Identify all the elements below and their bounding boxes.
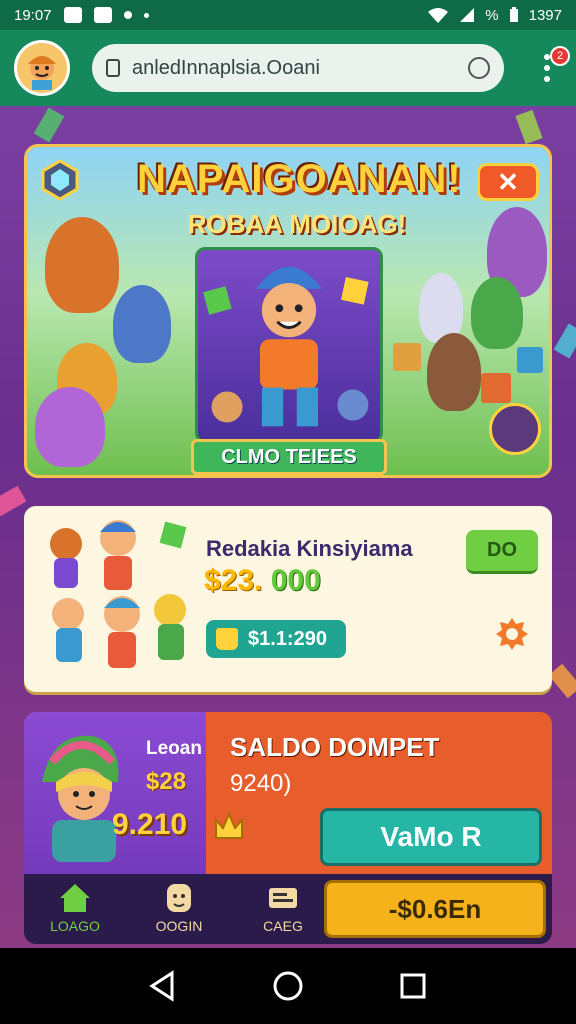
tab-profile[interactable]: OOGIN xyxy=(134,882,224,938)
banner-title: NAPAIGOANAN! xyxy=(137,157,462,201)
offer-title: Redakia Kinsiyiama xyxy=(206,536,413,561)
browser-toolbar: anledInnaplsia.Ooani 2 xyxy=(0,30,576,106)
edit-icon xyxy=(93,7,112,23)
tab-home-label: LOAGO xyxy=(50,918,100,934)
wallet-subtitle: 9240) xyxy=(230,770,292,797)
shopping-bag-icon xyxy=(216,628,238,650)
signal-icon xyxy=(460,8,475,22)
face-icon xyxy=(167,884,191,912)
address-bar[interactable]: anledInnaplsia.Ooani xyxy=(92,44,504,92)
browser-menu-button[interactable]: 2 xyxy=(532,44,570,92)
dot-icon xyxy=(143,12,149,18)
character-illustration xyxy=(113,285,171,363)
hero-frame xyxy=(195,247,383,443)
avatar-character-icon xyxy=(28,56,56,90)
confetti-decoration xyxy=(33,107,65,143)
game-page: NAPAIGOANAN! ROBAA MOIOAG! ✕ CLMO TEIEES… xyxy=(0,106,576,948)
card-icon xyxy=(269,888,297,908)
bottom-tab-bar: LOAGO OOGIN CAEG -$0.6En xyxy=(24,874,552,944)
wallet-value-small: $28 xyxy=(146,768,187,795)
wallet-value-large: 9.210 xyxy=(112,808,188,841)
tab-home[interactable]: LOAGO xyxy=(30,882,120,938)
reload-icon[interactable] xyxy=(468,57,490,79)
gear-icon[interactable] xyxy=(494,616,530,652)
mini-avatar-icon[interactable] xyxy=(489,403,541,455)
location-icon xyxy=(123,11,132,19)
confetti-decoration xyxy=(553,323,576,359)
notification-icon xyxy=(63,7,82,23)
promo-banner[interactable]: NAPAIGOANAN! ROBAA MOIOAG! ✕ CLMO TEIEES xyxy=(24,144,552,478)
offer-amount-prefix: $23. xyxy=(204,564,263,597)
avatar[interactable] xyxy=(14,40,70,96)
dice-icon xyxy=(481,373,511,403)
offer-card: Redakia Kinsiyiama $23. 000 DO $1.1:290 xyxy=(24,506,552,692)
recents-icon[interactable] xyxy=(396,969,430,1003)
crown-icon xyxy=(215,812,243,839)
hero-character-icon xyxy=(203,266,369,427)
balance-value: $1.1:290 xyxy=(248,627,327,650)
character-illustration xyxy=(427,333,481,411)
dice-icon xyxy=(517,347,543,373)
status-time: 19:07 xyxy=(14,6,52,24)
wallet-card: Leoan $28 9.210 SALDO DOMPET 9240) VaMo … xyxy=(24,712,552,944)
withdraw-button[interactable]: -$0.6En xyxy=(324,880,546,938)
tab-card[interactable]: CAEG xyxy=(238,882,328,938)
confetti-decoration xyxy=(0,485,27,517)
menu-dot-icon xyxy=(544,65,550,71)
menu-dot-icon xyxy=(544,76,550,82)
url-text: anledInnaplsia.Ooani xyxy=(132,56,320,79)
balance-pill[interactable]: $1.1:290 xyxy=(206,620,346,658)
notification-badge: 2 xyxy=(550,46,570,66)
offer-amount-suffix: 000 xyxy=(270,564,321,597)
character-illustration xyxy=(35,387,105,467)
tab-card-label: CAEG xyxy=(263,918,303,934)
confetti-decoration xyxy=(548,663,576,699)
gem-icon xyxy=(41,159,79,201)
home-circle-icon[interactable] xyxy=(271,969,305,1003)
wifi-icon xyxy=(428,8,449,23)
character-illustration xyxy=(471,277,523,349)
system-navigation-bar xyxy=(0,948,576,1024)
battery-icon xyxy=(509,7,518,22)
signal-label: % xyxy=(485,6,499,24)
banner-close-button[interactable]: ✕ xyxy=(477,163,539,201)
battery-level: 1397 xyxy=(528,6,562,24)
characters-group-icon xyxy=(50,520,187,668)
play-button[interactable]: VaMo R xyxy=(320,808,542,866)
character-illustration xyxy=(45,217,119,313)
back-icon[interactable] xyxy=(146,969,180,1003)
offer-go-button[interactable]: DO xyxy=(466,530,538,574)
status-bar: 19:07 % 1397 xyxy=(0,0,576,30)
tab-profile-label: OOGIN xyxy=(155,918,203,934)
lock-icon xyxy=(106,59,120,77)
wallet-title: SALDO DOMPET xyxy=(230,732,440,762)
offer-amount: $23. 000 xyxy=(204,564,321,598)
dice-icon xyxy=(393,343,421,371)
confetti-decoration xyxy=(515,109,543,145)
home-icon xyxy=(60,884,90,912)
wallet-label: Leoan xyxy=(146,738,202,759)
banner-cta-button[interactable]: CLMO TEIEES xyxy=(191,439,387,475)
banner-subtitle: ROBAA MOIOAG! xyxy=(187,209,407,239)
